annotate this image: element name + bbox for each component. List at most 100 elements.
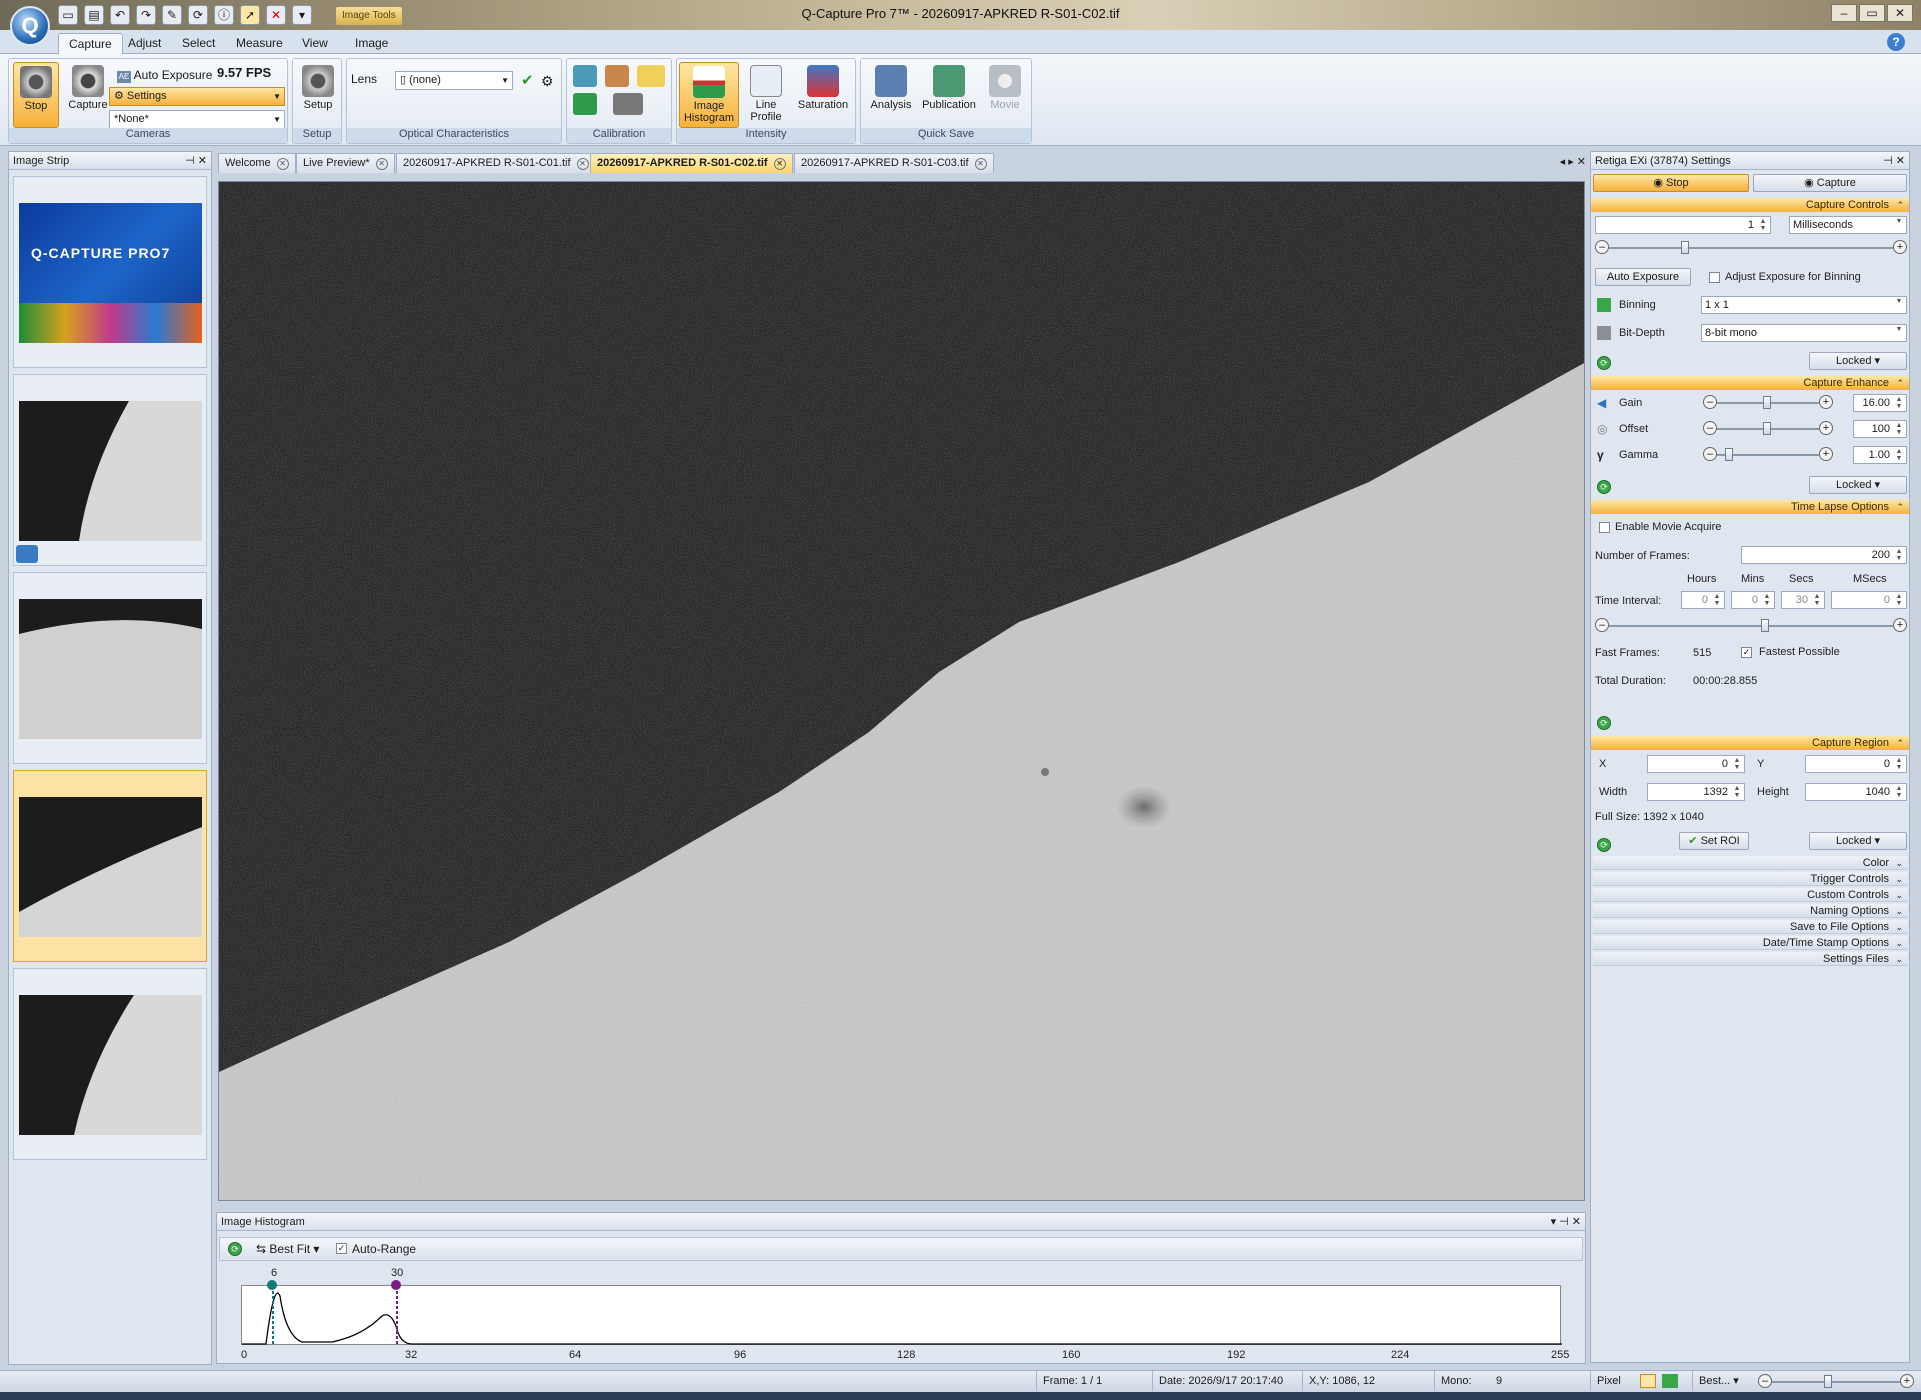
roi-x-input[interactable]: 0 ▲ ▼	[1647, 755, 1745, 773]
enable-movie-checkbox[interactable]	[1599, 522, 1610, 533]
secs-input[interactable]: 30 ▲ ▼	[1781, 591, 1825, 609]
histogram-refresh-icon[interactable]: ⟳	[228, 1242, 242, 1256]
plus-icon[interactable]: +	[1893, 240, 1907, 254]
panel-controls-icon[interactable]: ▾ ⊣ ✕	[1551, 1213, 1581, 1231]
image-histogram-button[interactable]: Image Histogram	[679, 62, 739, 128]
image-view-icon[interactable]	[1640, 1374, 1656, 1388]
slider-thumb[interactable]	[1725, 448, 1733, 461]
publication-button[interactable]: Publication	[919, 62, 979, 128]
tab-select[interactable]: Select	[172, 33, 225, 54]
spinner-icon[interactable]: ▲ ▼	[1757, 218, 1769, 232]
doc-tab-c02[interactable]: 20260917-APKRED R-S01-C02.tif ✕	[590, 153, 793, 173]
capture-now-button[interactable]: ◉ Capture	[1753, 174, 1907, 192]
bit-depth-dropdown[interactable]: 8-bit mono ▼	[1701, 324, 1907, 342]
minus-icon[interactable]: –	[1703, 395, 1717, 409]
naming-options-section[interactable]: Naming Options ⌄	[1593, 904, 1907, 918]
tab-view[interactable]: View	[292, 33, 338, 54]
spinner-icon[interactable]: ▲ ▼	[1893, 593, 1905, 607]
doc-tab-c03[interactable]: 20260917-APKRED R-S01-C03.tif ✕	[794, 153, 994, 173]
pixel-units[interactable]: Pixel	[1590, 1371, 1634, 1391]
spinner-icon[interactable]: ▲ ▼	[1893, 422, 1905, 436]
spinner-icon[interactable]: ▲ ▼	[1761, 593, 1773, 607]
slider-thumb[interactable]	[1824, 1375, 1832, 1388]
plus-icon[interactable]: +	[1819, 395, 1833, 409]
tab-measure[interactable]: Measure	[226, 33, 293, 54]
lens-dropdown[interactable]: ▯ (none) ▼	[395, 71, 513, 90]
reset-timelapse-icon[interactable]: ⟳	[1597, 716, 1611, 730]
thumbnail-c02-selected[interactable]	[13, 770, 207, 962]
reset-controls-icon[interactable]: ⟳	[1597, 356, 1611, 370]
roi-height-input[interactable]: 1040 ▲ ▼	[1805, 783, 1907, 801]
datetime-stamp-section[interactable]: Date/Time Stamp Options ⌄	[1593, 936, 1907, 950]
capture-region-lock[interactable]: Locked ▾	[1809, 832, 1907, 850]
offset-slider[interactable]: – +	[1703, 421, 1833, 437]
help-icon[interactable]: ?	[1887, 33, 1905, 51]
capture-enhance-lock[interactable]: Locked ▾	[1809, 476, 1907, 494]
capture-enhance-header[interactable]: Capture Enhance ⌃	[1591, 376, 1909, 390]
spinner-icon[interactable]: ▲ ▼	[1893, 757, 1905, 771]
minus-icon[interactable]: –	[1758, 1374, 1772, 1388]
low-marker-handle[interactable]	[267, 1280, 277, 1290]
plus-icon[interactable]: +	[1900, 1374, 1914, 1388]
spinner-icon[interactable]: ▲ ▼	[1811, 593, 1823, 607]
setup-button[interactable]: Setup	[295, 62, 341, 128]
exposure-slider[interactable]: – +	[1595, 240, 1907, 256]
zoom-dropdown[interactable]: Best... ▾	[1692, 1371, 1754, 1391]
thumbnail-c03[interactable]	[13, 968, 207, 1160]
doc-tab-welcome[interactable]: Welcome ✕	[218, 153, 296, 173]
line-profile-button[interactable]: Line Profile	[741, 62, 791, 128]
close-tab-icon[interactable]: ✕	[576, 158, 589, 170]
thumbnail-c01b[interactable]	[13, 572, 207, 764]
saturation-button[interactable]: Saturation	[793, 62, 853, 128]
calibrate-icon[interactable]	[573, 65, 597, 87]
check-icon[interactable]: ✔	[521, 71, 534, 91]
pin-icon[interactable]: ⊣ ✕	[185, 152, 207, 170]
capture-controls-header[interactable]: Capture Controls ⌃	[1591, 198, 1909, 212]
color-section[interactable]: Color ⌄	[1593, 856, 1907, 870]
save-to-file-section[interactable]: Save to File Options ⌄	[1593, 920, 1907, 934]
auto-exposure-button[interactable]: AE Auto Exposure	[117, 65, 212, 85]
spinner-icon[interactable]: ▲ ▼	[1893, 548, 1905, 562]
tab-adjust[interactable]: Adjust	[118, 33, 171, 54]
exposure-input[interactable]: 1 ▲ ▼	[1595, 216, 1771, 234]
capture-controls-lock[interactable]: Locked ▾	[1809, 352, 1907, 370]
trigger-controls-section[interactable]: Trigger Controls ⌄	[1593, 872, 1907, 886]
hours-input[interactable]: 0 ▲ ▼	[1681, 591, 1725, 609]
gamma-input[interactable]: 1.00 ▲ ▼	[1853, 446, 1907, 464]
movie-button[interactable]: Movie	[981, 62, 1029, 128]
gain-slider[interactable]: – +	[1703, 395, 1833, 411]
thumbnail-c01[interactable]	[13, 374, 207, 566]
minus-icon[interactable]: –	[1703, 421, 1717, 435]
plus-icon[interactable]: +	[1819, 421, 1833, 435]
thumbnail-splash[interactable]: Q-CAPTURE PRO7	[13, 176, 207, 368]
fastest-possible-checkbox[interactable]: ✓	[1741, 647, 1752, 658]
tab-scroll-icon[interactable]: ◂ ▸ ✕	[1560, 155, 1586, 168]
close-tab-icon[interactable]: ✕	[276, 158, 289, 170]
reset-region-icon[interactable]: ⟳	[1597, 838, 1611, 852]
grid-view-icon[interactable]	[1662, 1374, 1678, 1388]
reset-calibration-icon[interactable]	[573, 93, 597, 115]
spinner-icon[interactable]: ▲ ▼	[1711, 593, 1723, 607]
best-fit-dropdown[interactable]: ⇆ Best Fit ▾	[256, 1238, 319, 1260]
minus-icon[interactable]: –	[1703, 447, 1717, 461]
lens-settings-icon[interactable]: ⚙	[541, 71, 554, 91]
close-tab-icon[interactable]: ✕	[974, 158, 987, 170]
slider-thumb[interactable]	[1681, 241, 1689, 254]
maximize-icon[interactable]: ▭	[1859, 4, 1885, 22]
spinner-icon[interactable]: ▲ ▼	[1731, 757, 1743, 771]
image-viewer[interactable]	[218, 181, 1585, 1201]
binning-dropdown[interactable]: 1 x 1 ▼	[1701, 296, 1907, 314]
minimize-icon[interactable]: –	[1831, 4, 1857, 22]
auto-exposure-settings-button[interactable]: Auto Exposure	[1595, 268, 1691, 286]
close-tab-icon[interactable]: ✕	[773, 158, 786, 170]
slider-thumb[interactable]	[1763, 422, 1771, 435]
pin-icon[interactable]: ⊣ ✕	[1883, 152, 1905, 170]
frames-input[interactable]: 200 ▲ ▼	[1741, 546, 1907, 564]
time-lapse-header[interactable]: Time Lapse Options ⌃	[1591, 500, 1909, 514]
slider-thumb[interactable]	[1763, 396, 1771, 409]
capture-region-header[interactable]: Capture Region ⌃	[1591, 736, 1909, 750]
close-tab-icon[interactable]: ✕	[375, 158, 388, 170]
high-marker-handle[interactable]	[391, 1280, 401, 1290]
spinner-icon[interactable]: ▲ ▼	[1893, 448, 1905, 462]
adjust-binning-checkbox[interactable]	[1709, 272, 1720, 283]
